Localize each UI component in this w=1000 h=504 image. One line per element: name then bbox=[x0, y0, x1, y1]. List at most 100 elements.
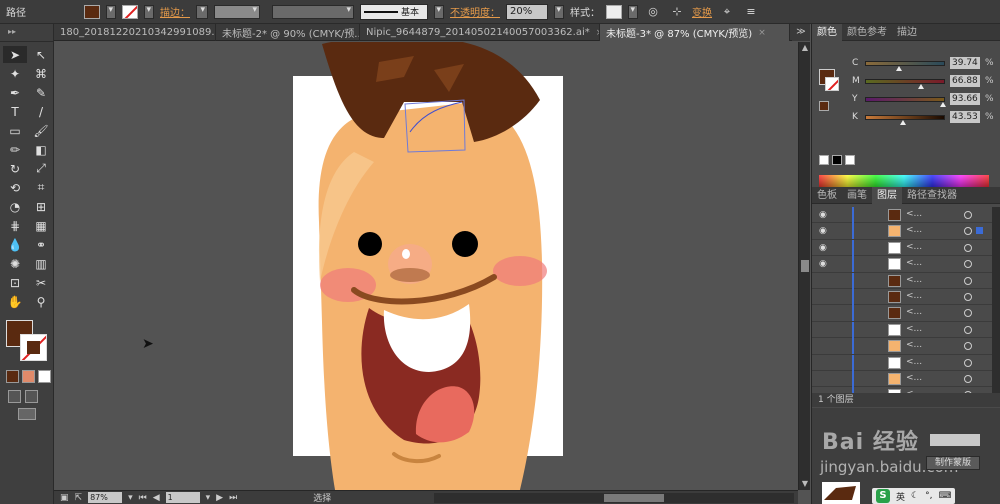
layer-row[interactable]: <... bbox=[812, 370, 992, 388]
opacity-label[interactable]: 不透明度： bbox=[450, 4, 500, 19]
ime-toolbar[interactable]: S 英 ☾ °, ⌨ bbox=[872, 488, 956, 504]
selection-indicator[interactable] bbox=[976, 227, 983, 235]
target-circle-icon[interactable] bbox=[964, 227, 972, 236]
slice-tool-icon[interactable]: ✂ bbox=[29, 274, 53, 291]
gradient-tool-icon[interactable]: ▦ bbox=[29, 217, 53, 234]
selection-tool-icon[interactable]: ➤ bbox=[3, 46, 27, 63]
tab-document-1[interactable]: 180_20181220210342991089.ai*× bbox=[54, 24, 216, 41]
isolate-icon[interactable]: ⌖ bbox=[718, 4, 736, 20]
shape-builder-tool-icon[interactable]: ◔ bbox=[3, 198, 27, 215]
fill-dropdown[interactable] bbox=[106, 4, 116, 19]
prev-page-icon[interactable]: ◀ bbox=[153, 493, 160, 503]
next-page-icon[interactable]: ▶ bbox=[216, 493, 223, 503]
layer-row[interactable]: <... bbox=[812, 288, 992, 306]
free-transform-tool-icon[interactable]: ⌗ bbox=[29, 179, 53, 196]
target-circle-icon[interactable] bbox=[964, 260, 972, 269]
scroll-up-icon[interactable]: ▲ bbox=[799, 42, 811, 54]
layer-name[interactable]: <... bbox=[906, 340, 922, 350]
layer-name[interactable]: <... bbox=[906, 209, 922, 219]
zoom-dropdown-icon[interactable]: ▾ bbox=[128, 493, 133, 503]
target-circle-icon[interactable] bbox=[964, 211, 972, 219]
scale-tool-icon[interactable]: ⤢ bbox=[29, 160, 53, 177]
layer-name[interactable]: <... bbox=[906, 275, 922, 285]
target-circle-icon[interactable] bbox=[964, 276, 972, 285]
vertical-scrollbar[interactable]: ▲ ▼ bbox=[798, 42, 810, 490]
visibility-eye-icon[interactable]: ◉ bbox=[819, 210, 827, 220]
h-scroll-thumb[interactable] bbox=[604, 494, 664, 502]
color-mode-button[interactable] bbox=[6, 370, 19, 383]
width-tool-icon[interactable]: ⟲ bbox=[3, 179, 27, 196]
cyan-slider[interactable]: C 39.74 % bbox=[852, 57, 994, 71]
layer-name[interactable]: <... bbox=[906, 291, 922, 301]
layer-row[interactable]: ◉ <... bbox=[812, 256, 992, 273]
out-of-gamut-swatch[interactable] bbox=[819, 101, 829, 111]
scroll-down-icon[interactable]: ▼ bbox=[799, 478, 811, 490]
channel-value[interactable]: 66.88 bbox=[950, 75, 980, 87]
graphic-style-swatch[interactable] bbox=[606, 4, 622, 19]
target-circle-icon[interactable] bbox=[964, 292, 972, 301]
fill-stroke-widget[interactable] bbox=[6, 320, 50, 364]
layer-row[interactable]: <... bbox=[812, 305, 992, 322]
visibility-eye-icon[interactable]: ◉ bbox=[819, 226, 827, 236]
artboard-tool-icon[interactable]: ⊡ bbox=[3, 274, 27, 291]
black-slider[interactable]: K 43.53 % bbox=[852, 111, 994, 125]
slider-track[interactable] bbox=[865, 78, 945, 89]
layer-row[interactable]: <... bbox=[812, 321, 992, 339]
gradient-mode-button[interactable] bbox=[22, 370, 35, 383]
screen-mode-icon[interactable] bbox=[18, 408, 36, 420]
slider-track[interactable] bbox=[865, 96, 946, 107]
tab-document-2[interactable]: 未标题-2* @ 90% (CMYK/预...× bbox=[216, 24, 360, 41]
panel-menu-icon[interactable]: ≡ bbox=[742, 4, 760, 20]
layer-name[interactable]: <... bbox=[906, 258, 922, 268]
pen-tool-icon[interactable]: ✒ bbox=[3, 84, 27, 101]
variable-width-profile[interactable] bbox=[272, 4, 354, 19]
zoom-tool-icon[interactable]: ⚲ bbox=[29, 293, 53, 310]
channel-value[interactable]: 39.74 bbox=[950, 57, 980, 69]
layer-name[interactable]: <... bbox=[906, 324, 922, 334]
line-tool-icon[interactable]: / bbox=[29, 103, 53, 120]
punctuation-icon[interactable]: °, bbox=[925, 491, 932, 501]
layer-name[interactable]: <... bbox=[906, 242, 922, 252]
draw-behind-button[interactable] bbox=[25, 390, 38, 403]
target-circle-icon[interactable] bbox=[964, 325, 972, 334]
black-swatch[interactable] bbox=[832, 155, 842, 165]
tab-overflow-icon[interactable]: ≫ bbox=[792, 24, 810, 41]
tab-color[interactable]: 颜色 bbox=[812, 23, 842, 41]
layer-row[interactable]: <... bbox=[812, 354, 992, 371]
stroke-label[interactable]: 描边： bbox=[160, 4, 190, 19]
tab-layers[interactable]: 图层 bbox=[872, 186, 902, 204]
direct-selection-tool-icon[interactable]: ↖ bbox=[29, 46, 53, 63]
transform-link[interactable]: 变换 bbox=[692, 4, 712, 19]
stroke-swatch[interactable] bbox=[122, 4, 138, 19]
layer-row[interactable]: ◉ <... bbox=[812, 223, 992, 240]
layer-row[interactable]: ◉ <... bbox=[812, 239, 992, 257]
tab-stroke[interactable]: 描边 bbox=[892, 24, 922, 41]
stroke-dropdown[interactable] bbox=[144, 4, 154, 19]
stroke-weight-field[interactable] bbox=[214, 4, 260, 19]
rotate-tool-icon[interactable]: ↻ bbox=[3, 160, 27, 177]
horizontal-scrollbar[interactable] bbox=[434, 493, 794, 503]
tab-swatches[interactable]: 色板 bbox=[812, 187, 842, 204]
stroke-weight-stepper[interactable] bbox=[196, 4, 208, 19]
panel-stroke-swatch[interactable] bbox=[825, 77, 839, 91]
draw-normal-button[interactable] bbox=[8, 390, 21, 403]
pencil-tool-icon[interactable]: ✏ bbox=[3, 141, 27, 158]
transparency-field[interactable] bbox=[930, 434, 980, 446]
paintbrush-tool-icon[interactable]: 🖌 bbox=[29, 122, 53, 139]
perspective-grid-tool-icon[interactable]: ⊞ bbox=[29, 198, 53, 215]
target-circle-icon[interactable] bbox=[964, 309, 972, 318]
target-circle-icon[interactable] bbox=[964, 243, 972, 252]
close-icon[interactable]: × bbox=[758, 28, 766, 38]
last-page-icon[interactable]: ⏭ bbox=[229, 493, 237, 503]
slider-track[interactable] bbox=[865, 114, 945, 125]
keyboard-icon[interactable]: ⌨ bbox=[938, 491, 951, 501]
target-circle-icon[interactable] bbox=[964, 342, 972, 351]
tab-pathfinder[interactable]: 路径查找器 bbox=[902, 187, 962, 204]
layers-scrollbar[interactable] bbox=[992, 207, 1000, 393]
curvature-tool-icon[interactable]: ✎ bbox=[29, 84, 53, 101]
lasso-tool-icon[interactable]: ⌘ bbox=[29, 65, 53, 82]
page-field[interactable]: 1 bbox=[165, 492, 200, 503]
brush-definition[interactable]: 基本 bbox=[360, 3, 428, 20]
layer-row[interactable]: <... bbox=[812, 338, 992, 355]
column-graph-tool-icon[interactable]: ▥ bbox=[29, 255, 53, 272]
